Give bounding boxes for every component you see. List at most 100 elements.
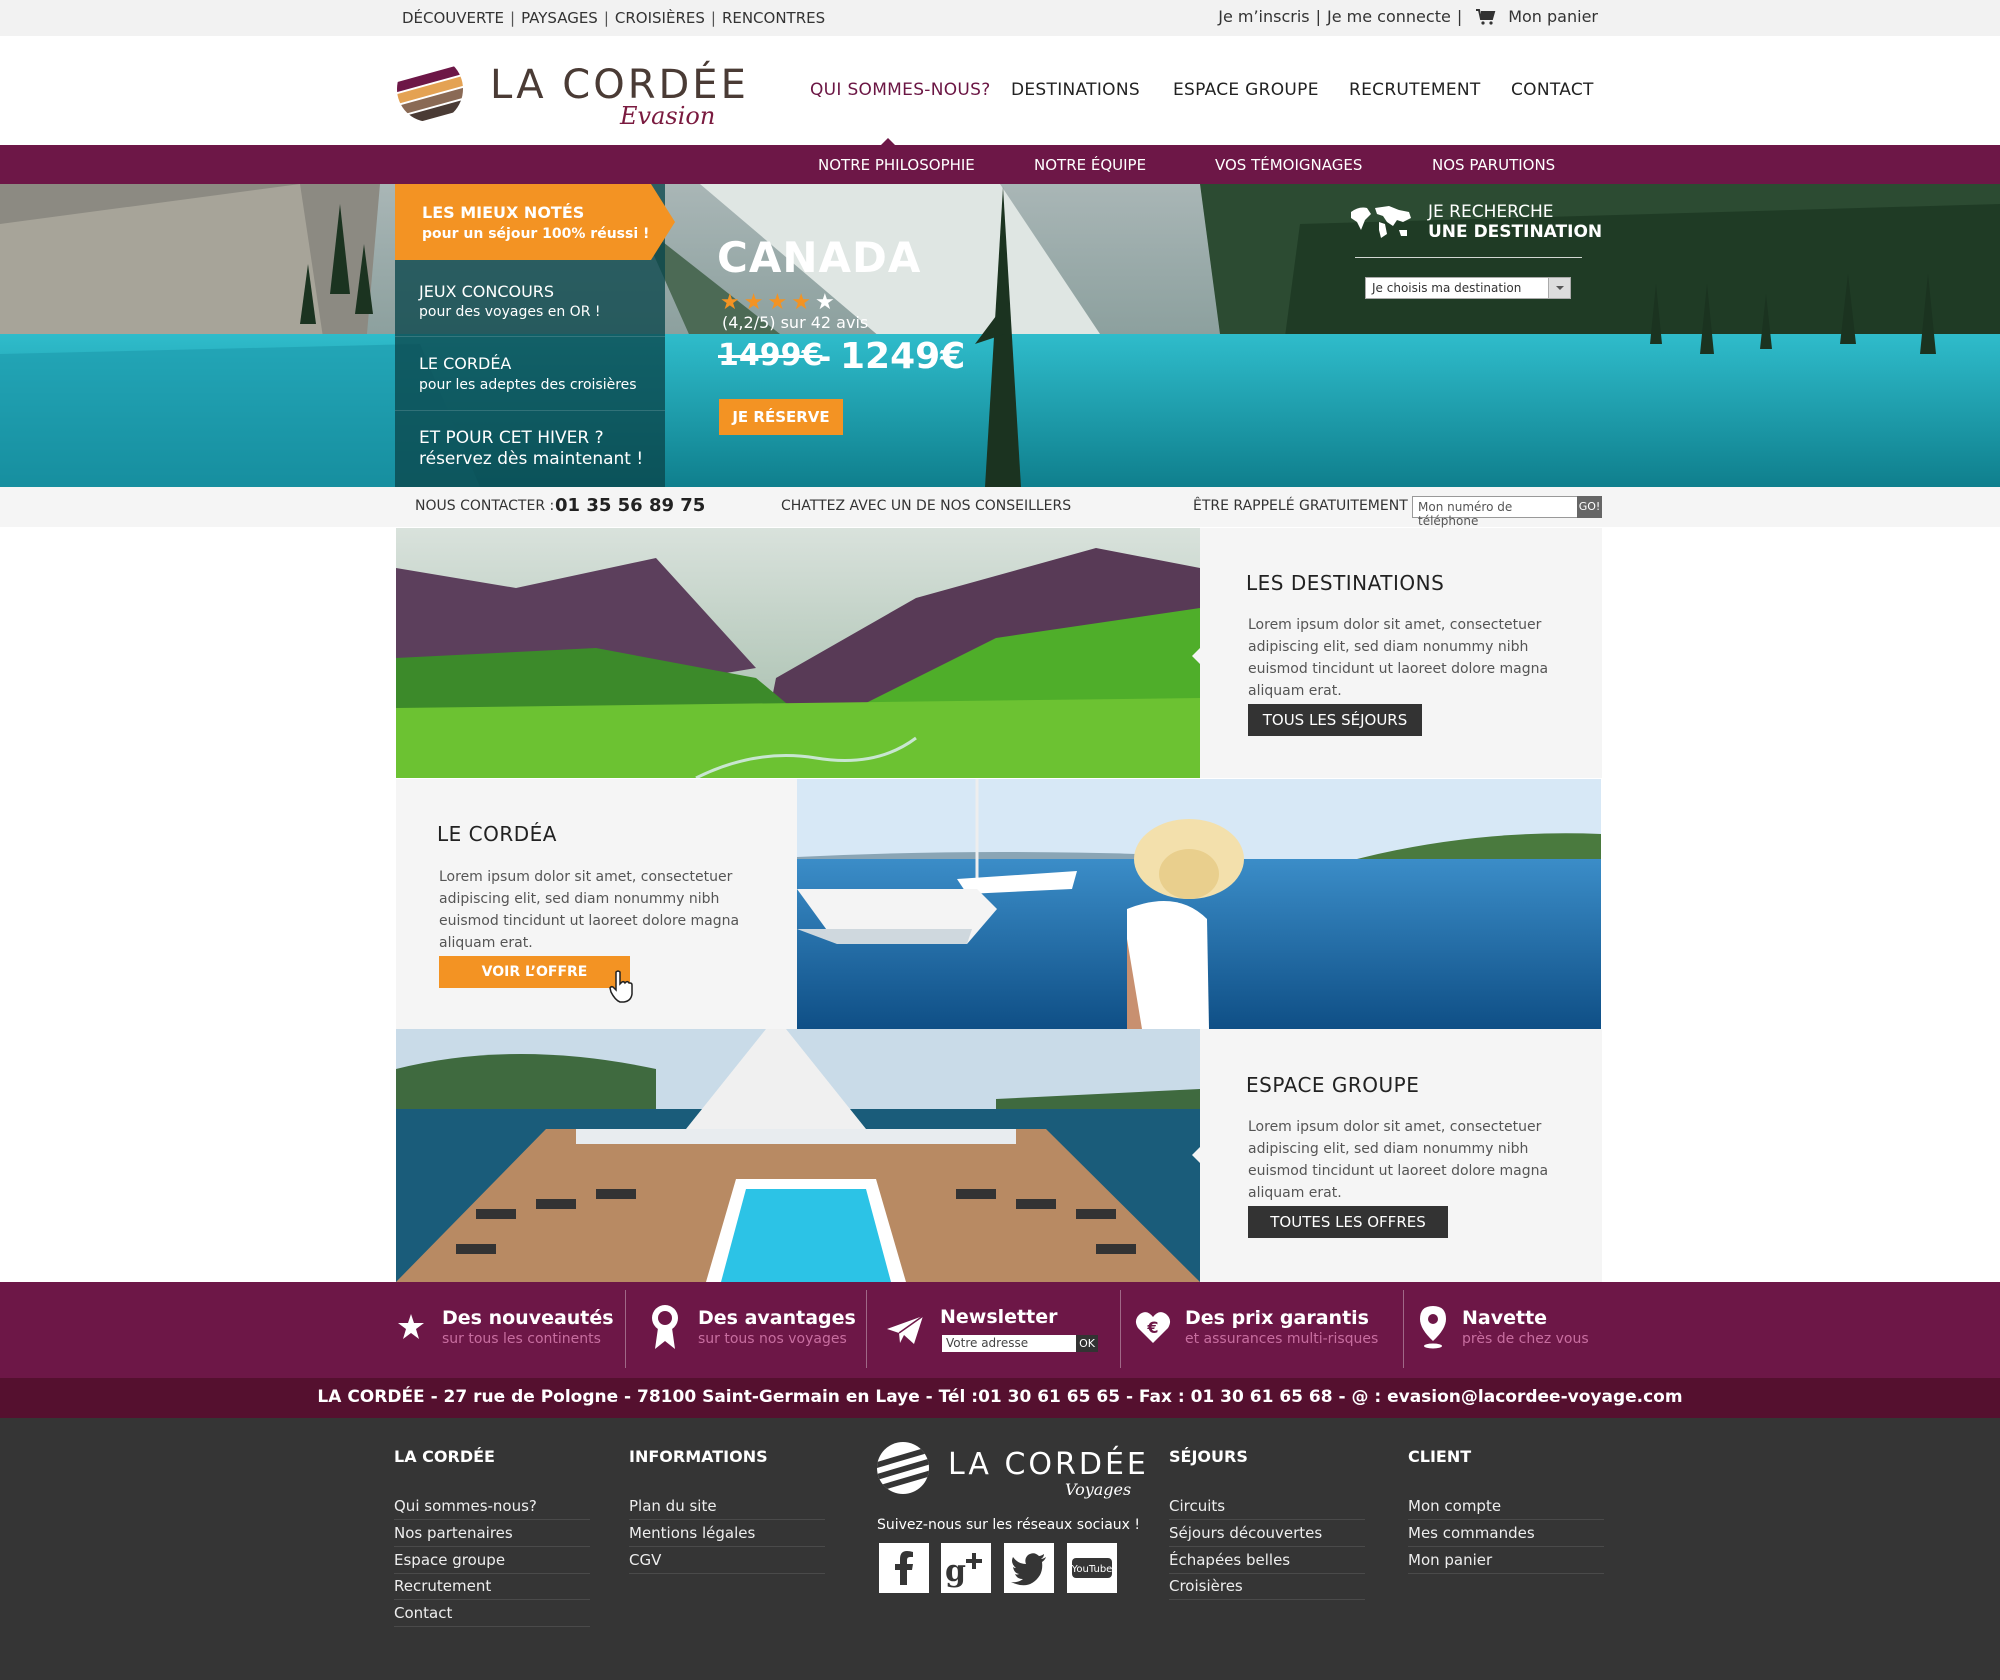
destination-select[interactable]: Je choisis ma destination	[1365, 277, 1571, 299]
hero-side-item-sub: pour des voyages en OR !	[419, 304, 601, 320]
cart-icon[interactable]	[1476, 8, 1496, 25]
destination-search-title: JE RECHERCHE UNE DESTINATION	[1428, 202, 1602, 242]
subnav-temoignages[interactable]: VOS TÉMOIGNAGES	[1215, 156, 1362, 174]
signup-link[interactable]: Je m’inscris	[1218, 7, 1309, 26]
footer-logo-icon[interactable]	[875, 1440, 933, 1500]
hero-side-item-title[interactable]: ET POUR CET HIVER ?	[419, 428, 604, 448]
feature-sub: près de chez vous	[1462, 1331, 1589, 1347]
footer-link[interactable]: Mentions légales	[629, 1524, 825, 1547]
group-title: ESPACE GROUPE	[1246, 1073, 1420, 1097]
footer-link[interactable]: Recrutement	[394, 1577, 590, 1600]
footer-link[interactable]: Espace groupe	[394, 1551, 590, 1574]
footer-link[interactable]: Nos partenaires	[394, 1524, 590, 1547]
google-plus-icon[interactable]: g	[941, 1543, 991, 1593]
hero-side-item-title[interactable]: JEUX CONCOURS	[419, 282, 554, 301]
hand-cursor-icon	[608, 970, 636, 1008]
footer-link[interactable]: Mon compte	[1408, 1497, 1604, 1520]
destination-divider	[1355, 257, 1582, 258]
newsletter-input[interactable]: Votre adresse	[942, 1335, 1076, 1352]
footer-link[interactable]: Croisières	[1169, 1577, 1365, 1600]
all-stays-button[interactable]: TOUS LES SÉJOURS	[1248, 704, 1422, 736]
feature-divider	[1403, 1290, 1404, 1368]
subnav-parutions[interactable]: NOS PARUTIONS	[1432, 156, 1555, 174]
nav-espace-groupe[interactable]: ESPACE GROUPE	[1173, 80, 1319, 100]
cart-link[interactable]: Mon panier	[1508, 7, 1598, 26]
login-link[interactable]: Je me connecte	[1327, 7, 1451, 26]
hero-side-item-sub: réservez dès maintenant !	[419, 449, 644, 469]
footer-col-title: CLIENT	[1408, 1447, 1472, 1466]
subnav-equipe[interactable]: NOTRE ÉQUIPE	[1034, 156, 1146, 174]
facebook-icon[interactable]	[879, 1543, 929, 1593]
top-link-paysages[interactable]: PAYSAGES	[521, 9, 598, 27]
callback-go-button[interactable]: GO!	[1577, 496, 1602, 518]
hero-rating: (4,2/5) sur 42 avis	[722, 313, 869, 332]
top-link-croisieres[interactable]: CROISIÈRES	[615, 9, 705, 27]
address-bar: LA CORDÉE - 27 rue de Pologne - 78100 Sa…	[0, 1378, 2000, 1418]
newsletter-ok-button[interactable]: OK	[1076, 1335, 1098, 1352]
chat-link[interactable]: CHATTEZ AVEC UN DE NOS CONSEILLERS	[781, 498, 1071, 514]
footer-link[interactable]: Échapées belles	[1169, 1551, 1365, 1574]
top-link-decouverte[interactable]: DÉCOUVERTE	[402, 9, 504, 27]
feature-sub: et assurances multi-risques	[1185, 1331, 1379, 1347]
star-icon	[397, 1313, 425, 1345]
hero-side-item-sub: pour un séjour 100% réussi !	[422, 226, 650, 242]
feature-title: Des nouveautés	[442, 1307, 614, 1329]
phone-input[interactable]: Mon numéro de téléphone	[1412, 496, 1578, 528]
top-bar	[0, 0, 2000, 36]
newsletter-title: Newsletter	[940, 1306, 1058, 1328]
star-icon: ★	[767, 290, 792, 315]
feature-sub: sur tous nos voyages	[698, 1331, 847, 1347]
nav-qui-sommes-nous[interactable]: QUI SOMMES-NOUS?	[810, 80, 991, 100]
hero-side-highlight[interactable]	[395, 184, 675, 260]
footer-link[interactable]: Séjours découvertes	[1169, 1524, 1365, 1547]
all-offers-button[interactable]: TOUTES LES OFFRES	[1248, 1206, 1448, 1238]
destinations-text: Lorem ipsum dolor sit amet, consectetuer…	[1248, 617, 1549, 699]
feature-divider	[1120, 1290, 1121, 1368]
see-offer-button[interactable]: VOIR L’OFFRE	[439, 956, 630, 988]
panel-pointer	[1192, 1147, 1200, 1163]
contact-phone[interactable]: 01 35 56 89 75	[555, 495, 705, 516]
youtube-icon[interactable]: YouTube	[1067, 1543, 1117, 1593]
feature-divider	[625, 1290, 626, 1368]
feature-divider	[866, 1290, 867, 1368]
feature-title: Des avantages	[698, 1307, 856, 1329]
footer-link[interactable]: CGV	[629, 1551, 825, 1574]
reserve-button[interactable]: JE RÉSERVE	[719, 399, 843, 435]
subnav-philosophie[interactable]: NOTRE PHILOSOPHIE	[818, 156, 975, 174]
footer-link[interactable]: Mon panier	[1408, 1551, 1604, 1574]
cordea-image	[797, 779, 1601, 1029]
star-icon: ★	[791, 290, 815, 315]
top-link-rencontres[interactable]: RENCONTRES	[722, 9, 825, 27]
hero-side-item-title[interactable]: LES MIEUX NOTÉS	[422, 203, 584, 222]
feature-title: Des prix garantis	[1185, 1307, 1369, 1329]
footer-link[interactable]: Circuits	[1169, 1497, 1365, 1520]
group-text: Lorem ipsum dolor sit amet, consectetuer…	[1248, 1119, 1549, 1201]
hero-side-item-cordea[interactable]	[395, 337, 665, 411]
nav-contact[interactable]: CONTACT	[1511, 80, 1594, 100]
hero-banner	[0, 184, 2000, 487]
nav-recrutement[interactable]: RECRUTEMENT	[1349, 80, 1481, 100]
search-title-line1: JE RECHERCHE	[1428, 202, 1554, 222]
award-icon	[649, 1303, 681, 1355]
svg-text:YouTube: YouTube	[1071, 1564, 1113, 1575]
cordea-text: Lorem ipsum dolor sit amet, consectetuer…	[439, 869, 740, 951]
footer-col-title: SÉJOURS	[1169, 1447, 1248, 1466]
logo-mark-icon	[397, 56, 463, 122]
footer-link[interactable]: Contact	[394, 1604, 590, 1627]
footer-link[interactable]: Plan du site	[629, 1497, 825, 1520]
callback-label: ÊTRE RAPPELÉ GRATUITEMENT :	[1193, 498, 1417, 514]
paper-plane-icon	[886, 1315, 924, 1349]
twitter-icon[interactable]	[1004, 1543, 1054, 1593]
subnav-caret	[880, 138, 896, 146]
star-icon: ★	[814, 290, 839, 315]
nav-destinations[interactable]: DESTINATIONS	[1011, 80, 1140, 100]
chevron-down-icon[interactable]	[1548, 278, 1570, 298]
destinations-image	[396, 528, 1200, 778]
footer-link[interactable]: Qui sommes-nous?	[394, 1497, 590, 1520]
footer-link[interactable]: Mes commandes	[1408, 1524, 1604, 1547]
top-links: DÉCOUVERTE | PAYSAGES | CROISIÈRES | RENCON…	[402, 9, 826, 27]
group-image	[396, 1029, 1200, 1282]
footer-col-title: LA CORDÉE	[394, 1447, 495, 1466]
social-text: Suivez-nous sur les réseaux sociaux !	[877, 1517, 1141, 1533]
hero-side-item-title[interactable]: LE CORDÉA	[419, 354, 511, 373]
